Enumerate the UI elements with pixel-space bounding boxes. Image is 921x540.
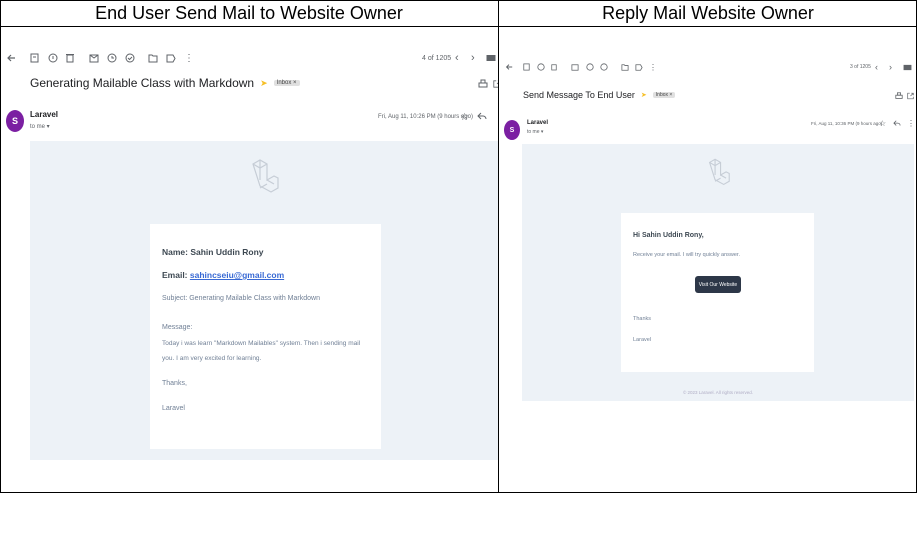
delete-icon[interactable]: [551, 63, 557, 71]
greeting-text: Hi Sahin Uddin Rony,: [633, 232, 704, 239]
sender-name-line: Name: Sahin Uddin Rony: [162, 247, 264, 257]
delete-icon[interactable]: [66, 53, 74, 63]
left-panel: End User Send Mail to Website Owner ⋮ 4 …: [0, 0, 499, 493]
next-icon[interactable]: ›: [471, 52, 475, 64]
open-new-window-icon[interactable]: [907, 92, 914, 100]
email-body-area: Name: Sahin Uddin Rony Email: sahincseiu…: [30, 141, 498, 460]
visit-website-button[interactable]: Visit Our Website: [695, 276, 741, 293]
back-arrow-icon[interactable]: [6, 53, 16, 63]
email-link[interactable]: sahincseiu@gmail.com: [190, 270, 284, 280]
add-task-icon[interactable]: [600, 63, 608, 71]
more-vert-icon[interactable]: ⋮: [184, 53, 194, 64]
sender-block: S Laravel to me ▾: [504, 120, 548, 140]
recipient-toggle[interactable]: to me ▾: [527, 129, 548, 135]
label-icon[interactable]: [635, 63, 643, 71]
subject-title: Generating Mailable Class with Markdown: [30, 76, 255, 90]
importance-marker-icon[interactable]: ➤: [260, 78, 268, 89]
subject-line: Subject: Generating Mailable Class with …: [162, 295, 320, 302]
message-line-2: you. I am very excited for learning.: [162, 355, 262, 362]
star-icon[interactable]: ☆: [460, 112, 469, 123]
move-to-icon[interactable]: [148, 54, 158, 63]
print-icon[interactable]: [895, 92, 903, 100]
label-remove-icon[interactable]: ×: [293, 80, 297, 86]
mark-unread-icon[interactable]: [89, 54, 99, 63]
inbox-label[interactable]: Inbox ×: [273, 80, 300, 86]
signature-text: Laravel: [162, 405, 185, 412]
more-vert-icon[interactable]: ⋮: [907, 119, 915, 128]
subject-row: Generating Mailable Class with Markdown …: [30, 76, 300, 90]
avatar[interactable]: S: [6, 110, 24, 132]
subject-title: Send Message To End User: [523, 90, 635, 100]
email-line: Email: sahincseiu@gmail.com: [162, 270, 285, 280]
more-vert-icon[interactable]: ⋮: [649, 63, 657, 72]
report-spam-icon[interactable]: [48, 53, 58, 63]
thanks-text: Thanks,: [162, 380, 187, 387]
snooze-icon[interactable]: [586, 63, 594, 71]
inbox-label[interactable]: Inbox ×: [652, 92, 676, 98]
pagination-counter: 3 of 1205: [850, 64, 871, 70]
importance-marker-icon[interactable]: ➤: [641, 91, 647, 99]
add-task-icon[interactable]: [125, 53, 135, 63]
prev-icon[interactable]: ‹: [455, 52, 459, 64]
left-toolbar: ⋮ 4 of 1205 ‹ ›: [0, 50, 498, 66]
email-card: Name: Sahin Uddin Rony Email: sahincseiu…: [150, 224, 381, 449]
pagination-counter: 4 of 1205: [422, 54, 452, 62]
archive-icon[interactable]: [30, 53, 39, 63]
label-remove-icon[interactable]: ×: [669, 92, 672, 98]
left-panel-heading: End User Send Mail to Website Owner: [0, 0, 498, 27]
sender-name[interactable]: Laravel: [30, 110, 58, 119]
right-panel-heading: Reply Mail Website Owner: [499, 0, 917, 27]
move-to-icon[interactable]: [621, 63, 629, 71]
reply-icon[interactable]: [477, 112, 487, 121]
right-toolbar: ⋮ 3 of 1205 ‹ ›: [499, 60, 917, 74]
subject-row: Send Message To End User ➤ Inbox ×: [523, 90, 676, 100]
snooze-icon[interactable]: [107, 53, 117, 63]
next-icon[interactable]: ›: [889, 62, 892, 72]
recipient-toggle[interactable]: to me ▾: [30, 123, 58, 130]
message-label: Message:: [162, 324, 193, 331]
sender-name[interactable]: Laravel: [527, 120, 548, 126]
laravel-logo-icon: [708, 158, 730, 186]
print-icon[interactable]: [478, 79, 488, 89]
sender-block: S Laravel to me ▾: [6, 110, 58, 132]
star-icon[interactable]: ☆: [879, 119, 886, 128]
prev-icon[interactable]: ‹: [875, 62, 878, 72]
label-icon[interactable]: [166, 54, 176, 63]
report-spam-icon[interactable]: [537, 63, 545, 71]
email-card: Hi Sahin Uddin Rony, Receive your email.…: [621, 213, 814, 372]
signature-text: Laravel: [633, 337, 652, 343]
keyboard-icon[interactable]: [486, 54, 496, 62]
archive-icon[interactable]: [523, 63, 530, 71]
reply-icon[interactable]: [893, 120, 901, 127]
back-arrow-icon[interactable]: [505, 63, 513, 71]
message-line-1: Today i was learn "Markdown Mailables" s…: [162, 340, 361, 347]
avatar[interactable]: S: [504, 120, 520, 140]
mark-unread-icon[interactable]: [571, 63, 579, 71]
right-panel: Reply Mail Website Owner ⋮ 3 of 1205 ‹ ›…: [499, 0, 917, 493]
body-text: Receive your email. I will try quickly a…: [633, 252, 740, 258]
email-body-area: Hi Sahin Uddin Rony, Receive your email.…: [522, 144, 914, 401]
footer-copyright: © 2023 Laravel. All rights reserved.: [682, 390, 754, 395]
keyboard-icon[interactable]: [903, 64, 912, 71]
thanks-text: Thanks: [633, 316, 652, 322]
message-date: Fri, Aug 11, 10:26 PM (9 hours ago): [378, 114, 473, 120]
message-date: Fri, Aug 11, 10:36 PM (9 hours ago): [811, 121, 883, 126]
laravel-logo-icon: [252, 159, 279, 193]
